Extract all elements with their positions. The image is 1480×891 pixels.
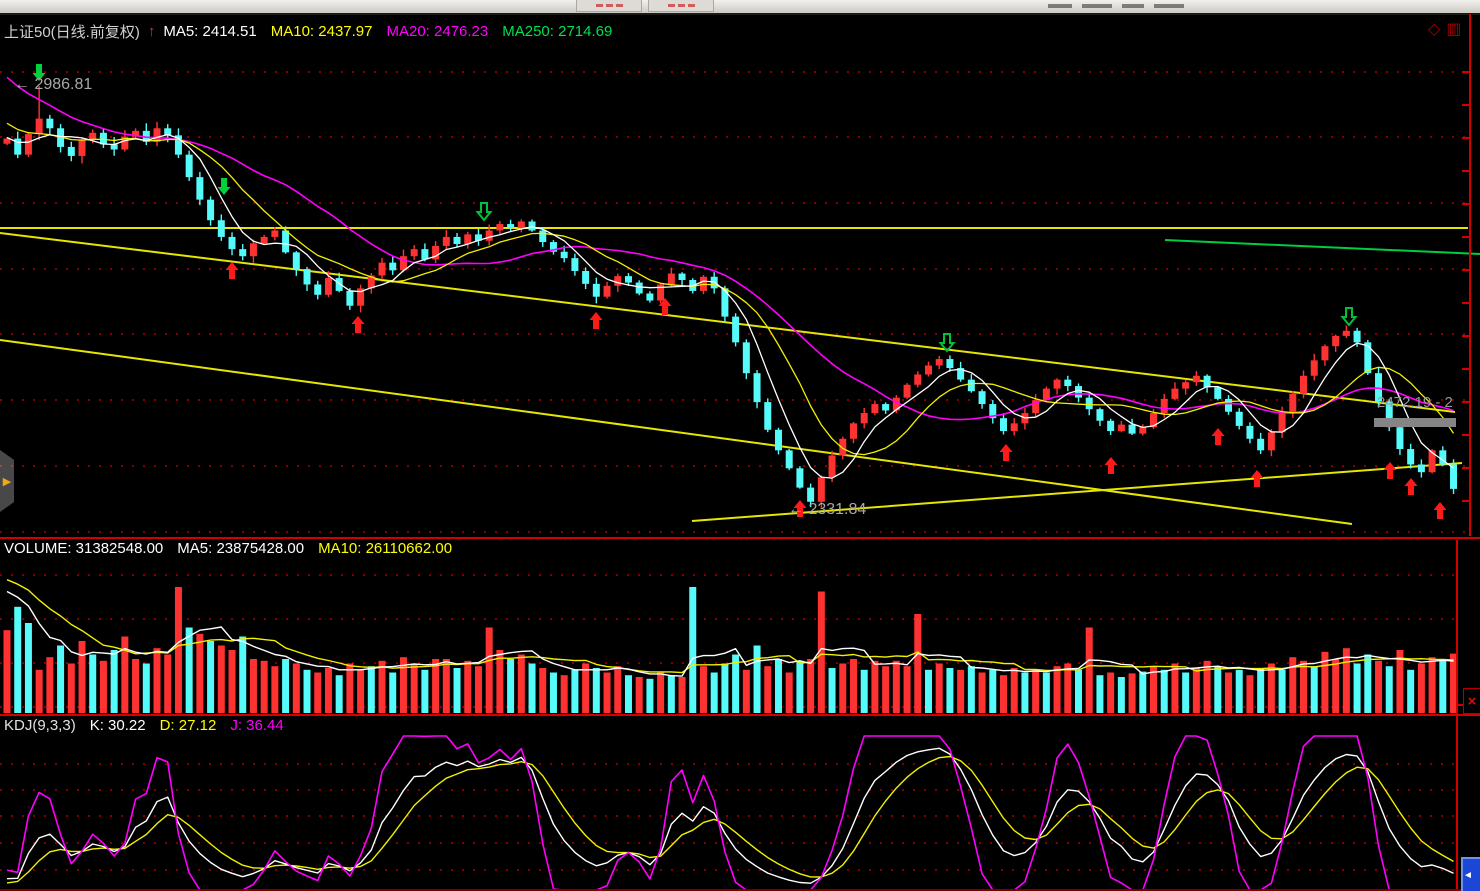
high-price-label: ← 2986.81 [14, 76, 92, 94]
corner-arrow-icon: ◄ [1463, 870, 1473, 881]
volume-ma5-value: MA5: 23875428.00 [177, 540, 304, 557]
kdj-header: KDJ(9,3,3) K: 30.22 D: 27.12 J: 36.44 [4, 717, 284, 734]
kdj-j-value: J: 36.44 [230, 717, 283, 734]
kdj-name: KDJ(9,3,3) [4, 717, 76, 734]
ma5-value: MA5: 2414.51 [163, 23, 256, 40]
price-band-label: 2472.19 - 2 [1377, 394, 1453, 411]
chart-canvas[interactable] [0, 0, 1480, 891]
low-price-label: ← 2331.84 [788, 501, 866, 519]
close-pane-button[interactable]: × [1463, 688, 1480, 714]
ma20-value: MA20: 2476.23 [387, 23, 489, 40]
chart-corner-tools: ◇ ▥ [1428, 22, 1461, 38]
kdj-d-value: D: 27.12 [160, 717, 217, 734]
kdj-k-value: K: 30.22 [90, 717, 146, 734]
volume-header: VOLUME: 31382548.00 MA5: 23875428.00 MA1… [4, 540, 452, 557]
chart-title: 上证50(日线.前复权) [4, 21, 140, 42]
handle-arrow-icon: ▶ [3, 475, 11, 488]
close-icon: × [1468, 693, 1477, 710]
volume-value: VOLUME: 31382548.00 [4, 540, 163, 557]
panel-expand-handle[interactable]: ▶ [0, 450, 14, 512]
main-chart-header: 上证50(日线.前复权) ↑ MA5: 2414.51 MA10: 2437.9… [4, 21, 612, 42]
ma250-value: MA250: 2714.69 [502, 23, 612, 40]
diamond-tool-icon[interactable]: ◇ [1428, 22, 1440, 38]
ma10-value: MA10: 2437.97 [271, 23, 373, 40]
trading-app-window: 上证50(日线.前复权) ↑ MA5: 2414.51 MA10: 2437.9… [0, 0, 1480, 891]
volume-ma10-value: MA10: 26110662.00 [318, 540, 452, 557]
window-layout-icon[interactable]: ▥ [1446, 22, 1461, 38]
scroll-corner-button[interactable]: ◄ [1461, 857, 1480, 891]
trend-up-icon: ↑ [148, 23, 156, 40]
